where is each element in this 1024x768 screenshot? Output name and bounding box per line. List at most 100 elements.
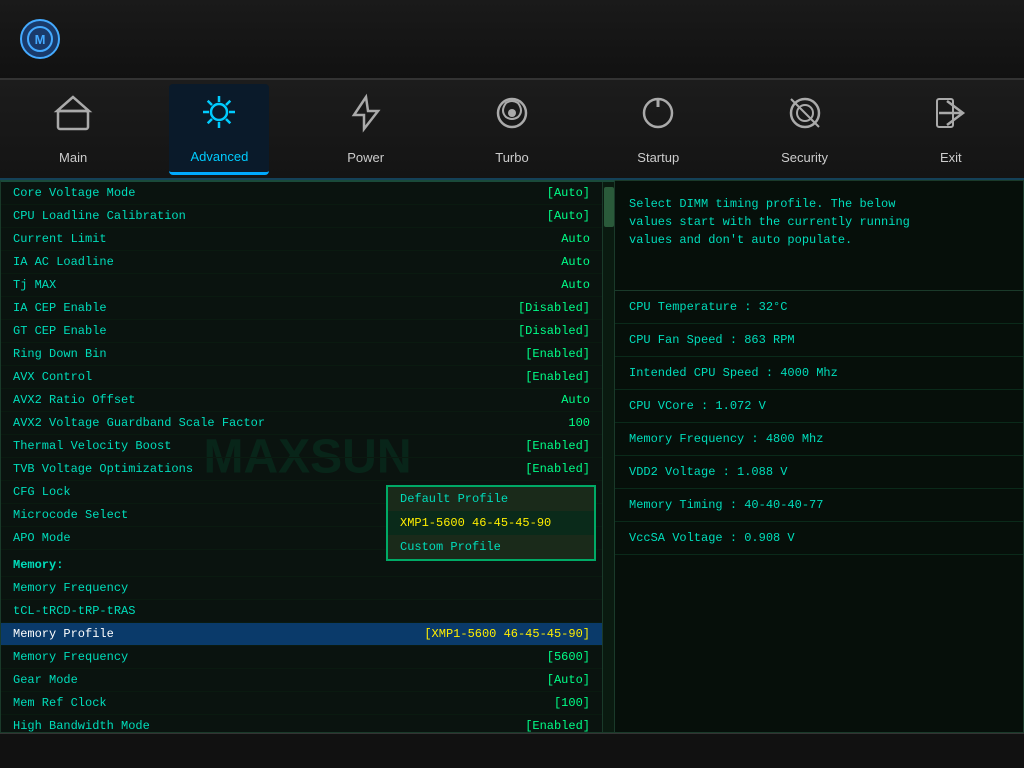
nav-item-turbo[interactable]: Turbo [462,85,562,173]
menu-item-name-19: Memory Profile [13,627,424,641]
menu-item-20[interactable]: Memory Frequency[5600] [1,646,602,669]
svg-text:M: M [35,32,46,47]
nav-label-startup: Startup [637,150,679,165]
menu-item-11[interactable]: Thermal Velocity Boost[Enabled] [1,435,602,458]
nav-item-startup[interactable]: Startup [608,85,708,173]
menu-item-name-10: AVX2 Voltage Guardband Scale Factor [13,416,568,430]
content: MAXSUN Core Voltage Mode[Auto]CPU Loadli… [0,180,1024,733]
stat-item-5: VDD2 Voltage : 1.088 V [615,456,1023,489]
menu-item-8[interactable]: AVX Control[Enabled] [1,366,602,389]
menu-item-21[interactable]: Gear Mode[Auto] [1,669,602,692]
menu-item-1[interactable]: CPU Loadline Calibration[Auto] [1,205,602,228]
menu-item-name-11: Thermal Velocity Boost [13,439,525,453]
logo-icon: M [20,19,60,59]
logo: M [20,19,70,59]
nav-label-turbo: Turbo [495,150,528,165]
menu-item-name-2: Current Limit [13,232,561,246]
menu-item-10[interactable]: AVX2 Voltage Guardband Scale Factor100 [1,412,602,435]
menu-item-value-5: [Disabled] [518,301,590,315]
menu-item-12[interactable]: TVB Voltage Optimizations[Enabled] [1,458,602,481]
dropdown-item-2[interactable]: Custom Profile [388,535,594,559]
menu-item-name-9: AVX2 Ratio Offset [13,393,561,407]
description-text: Select DIMM timing profile. The belowval… [629,197,910,247]
menu-item-9[interactable]: AVX2 Ratio OffsetAuto [1,389,602,412]
menu-item-name-14: Microcode Select [13,508,432,522]
menu-item-2[interactable]: Current LimitAuto [1,228,602,251]
menu-item-value-0: [Auto] [547,186,590,200]
menu-item-7[interactable]: Ring Down Bin[Enabled] [1,343,602,366]
menu-item-19[interactable]: Memory Profile[XMP1-5600 46-45-45-90] [1,623,602,646]
menu-item-name-0: Core Voltage Mode [13,186,547,200]
menu-item-value-23: [Enabled] [525,719,590,733]
menu-item-value-8: [Enabled] [525,370,590,384]
nav-item-exit[interactable]: Exit [901,85,1001,173]
header: M [0,0,1024,80]
menu-item-name-17: Memory Frequency [13,581,590,595]
menu-item-value-11: [Enabled] [525,439,590,453]
menu-item-5[interactable]: IA CEP Enable[Disabled] [1,297,602,320]
menu-item-name-4: Tj MAX [13,278,561,292]
nav-label-power: Power [347,150,384,165]
menu-item-name-8: AVX Control [13,370,525,384]
menu-item-name-20: Memory Frequency [13,650,547,664]
scrollbar[interactable] [602,182,614,732]
menu-item-name-1: CPU Loadline Calibration [13,209,547,223]
advanced-icon [199,92,239,143]
menu-item-value-20: [5600] [547,650,590,664]
startup-icon [638,93,678,144]
menu-item-name-6: GT CEP Enable [13,324,518,338]
menu-item-4[interactable]: Tj MAXAuto [1,274,602,297]
menu-item-name-23: High Bandwidth Mode [13,719,525,733]
exit-icon [931,93,971,144]
menu-item-6[interactable]: GT CEP Enable[Disabled] [1,320,602,343]
menu-item-name-18: tCL-tRCD-tRP-tRAS [13,604,590,618]
stats-box: CPU Temperature : 32°CCPU Fan Speed : 86… [615,291,1023,732]
turbo-icon [492,93,532,144]
menu-item-value-6: [Disabled] [518,324,590,338]
menu-item-23[interactable]: High Bandwidth Mode[Enabled] [1,715,602,733]
menu-item-3[interactable]: IA AC LoadlineAuto [1,251,602,274]
stat-item-0: CPU Temperature : 32°C [615,291,1023,324]
menu-item-name-12: TVB Voltage Optimizations [13,462,525,476]
menu-item-value-22: [100] [554,696,590,710]
nav-label-security: Security [781,150,828,165]
dropdown-item-0[interactable]: Default Profile [388,487,594,511]
stat-item-2: Intended CPU Speed : 4000 Mhz [615,357,1023,390]
menu-item-value-3: Auto [561,255,590,269]
menu-item-value-1: [Auto] [547,209,590,223]
menu-item-value-2: Auto [561,232,590,246]
stat-item-4: Memory Frequency : 4800 Mhz [615,423,1023,456]
nav-item-main[interactable]: Main [23,85,123,173]
nav-item-power[interactable]: Power [316,85,416,173]
menu-item-name-3: IA AC Loadline [13,255,561,269]
menu-item-value-7: [Enabled] [525,347,590,361]
nav-label-advanced: Advanced [191,149,249,164]
menu-item-22[interactable]: Mem Ref Clock[100] [1,692,602,715]
power-icon [346,93,386,144]
menu-item-17[interactable]: Memory Frequency [1,577,602,600]
menu-item-name-7: Ring Down Bin [13,347,525,361]
statusbar [0,733,1024,768]
description-box: Select DIMM timing profile. The belowval… [615,181,1023,291]
scroll-thumb[interactable] [604,187,614,227]
nav-item-advanced[interactable]: Advanced [169,84,269,175]
right-panel: Select DIMM timing profile. The belowval… [615,180,1024,733]
nav-label-main: Main [59,150,87,165]
menu-item-value-4: Auto [561,278,590,292]
security-icon [785,93,825,144]
nav-label-exit: Exit [940,150,962,165]
menu-item-name-21: Gear Mode [13,673,547,687]
stat-item-7: VccSA Voltage : 0.908 V [615,522,1023,555]
menu-container: Core Voltage Mode[Auto]CPU Loadline Cali… [1,182,614,733]
stat-item-3: CPU VCore : 1.072 V [615,390,1023,423]
menu-item-name-5: IA CEP Enable [13,301,518,315]
stat-item-6: Memory Timing : 40-40-40-77 [615,489,1023,522]
menu-item-value-21: [Auto] [547,673,590,687]
menu-item-0[interactable]: Core Voltage Mode[Auto] [1,182,602,205]
dropdown-item-1[interactable]: XMP1-5600 46-45-45-90 [388,511,594,535]
menu-item-value-9: Auto [561,393,590,407]
menu-item-18[interactable]: tCL-tRCD-tRP-tRAS [1,600,602,623]
dropdown-overlay: Default ProfileXMP1-5600 46-45-45-90Cust… [386,485,596,561]
left-panel: MAXSUN Core Voltage Mode[Auto]CPU Loadli… [0,180,615,733]
nav-item-security[interactable]: Security [755,85,855,173]
